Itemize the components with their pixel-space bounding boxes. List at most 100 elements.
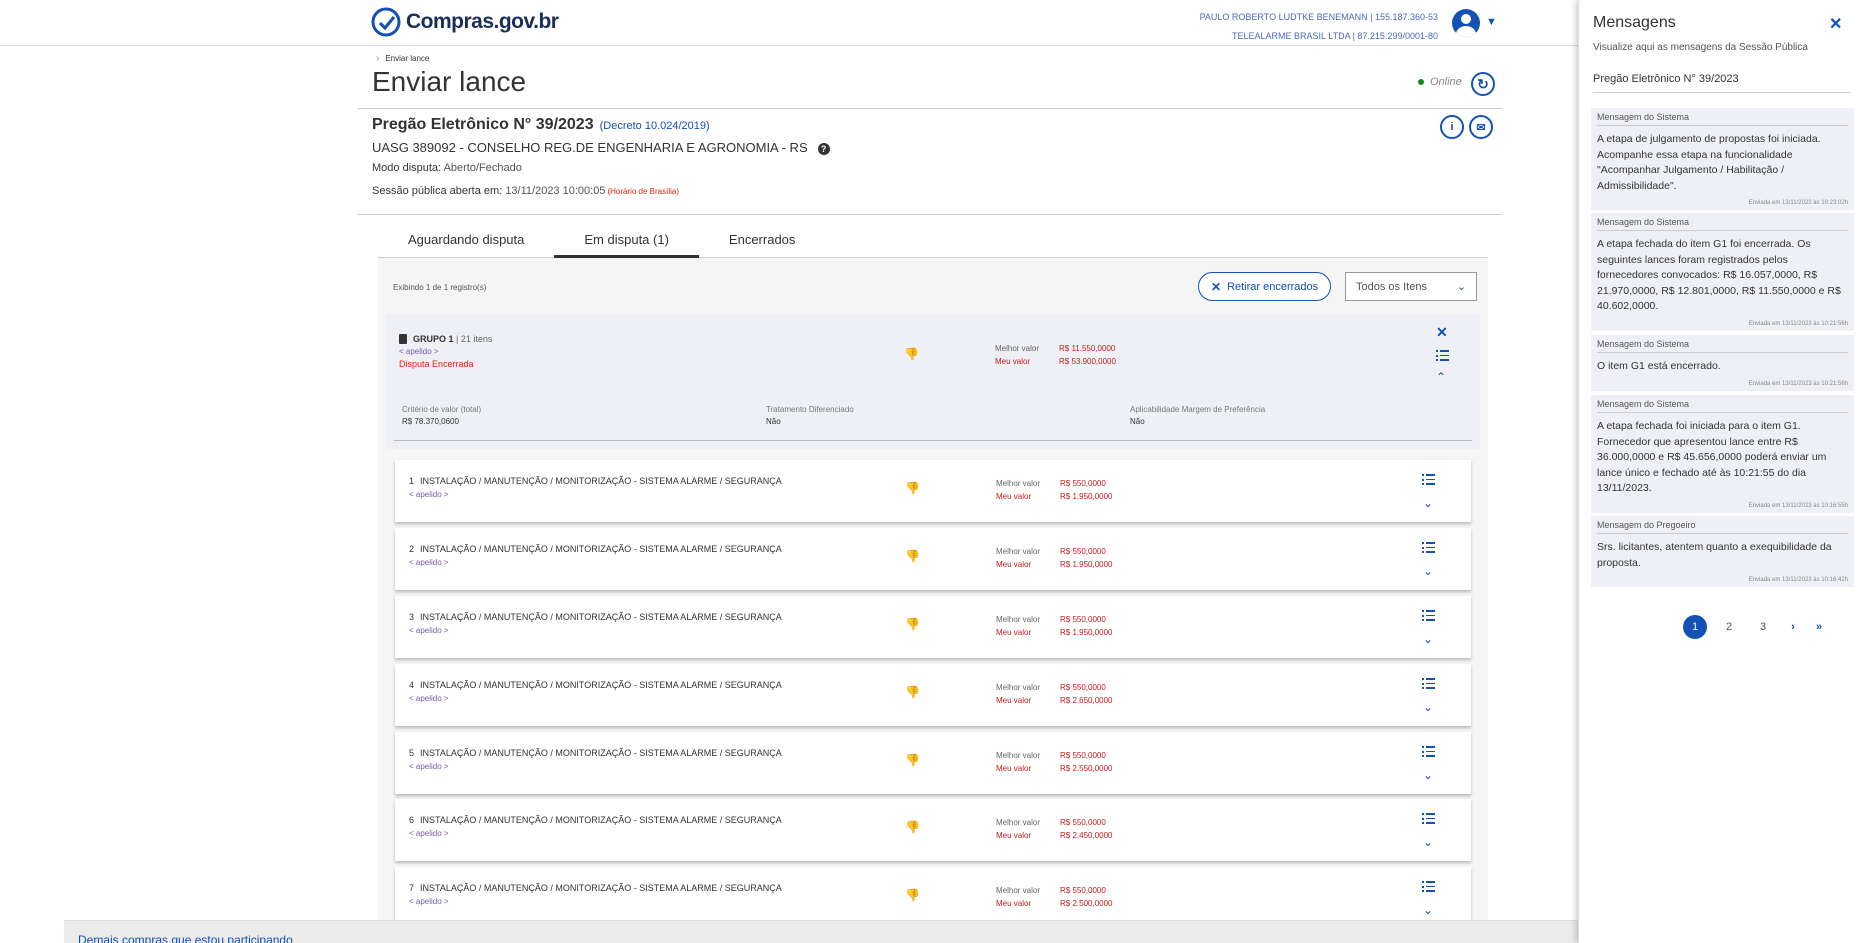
- chevron-down-icon[interactable]: ⌄: [1423, 632, 1433, 646]
- sessao-publica: Sessão pública aberta em: 13/11/2023 10:…: [372, 185, 679, 197]
- messages-button[interactable]: ✉: [1469, 115, 1493, 139]
- item-description: INSTALAÇÃO / MANUTENÇÃO / MONITORIZAÇÃO …: [420, 476, 782, 486]
- item-apelido[interactable]: < apelido >: [409, 558, 449, 567]
- item-description: INSTALAÇÃO / MANUTENÇÃO / MONITORIZAÇÃO …: [420, 612, 782, 622]
- item-card: 4 INSTALAÇÃO / MANUTENÇÃO / MONITORIZAÇÃO…: [395, 664, 1471, 726]
- best-value-label: Melhor valor: [995, 344, 1040, 353]
- filter-value: Todos os Itens: [1356, 280, 1427, 293]
- close-icon[interactable]: ✕: [1436, 324, 1448, 341]
- item-apelido[interactable]: < apelido >: [409, 626, 449, 635]
- tratamento-value: Não: [766, 417, 781, 426]
- my-value: R$ 2.500,0000: [1060, 899, 1113, 908]
- my-value: R$ 1.950,0000: [1060, 560, 1113, 569]
- list-icon[interactable]: [1436, 350, 1449, 361]
- thumbs-down-icon: 👎: [905, 888, 920, 902]
- item-description: INSTALAÇÃO / MANUTENÇÃO / MONITORIZAÇÃO …: [420, 680, 782, 690]
- best-value: R$ 11.550,0000: [1059, 344, 1116, 353]
- last-page-icon[interactable]: »: [1811, 615, 1827, 639]
- message-sender: Mensagem do Sistema: [1597, 399, 1848, 413]
- info-button[interactable]: i: [1440, 115, 1464, 139]
- item-apelido[interactable]: < apelido >: [409, 490, 449, 499]
- page-button[interactable]: 3: [1751, 615, 1775, 639]
- items-filter-select[interactable]: Todos os Itens ⌄: [1345, 272, 1477, 301]
- logo-mark-icon: [371, 7, 401, 37]
- sessao-value: 13/11/2023 10:00:05: [505, 185, 606, 197]
- chevron-right-icon: ›: [376, 53, 380, 64]
- item-card: 5 INSTALAÇÃO / MANUTENÇÃO / MONITORIZAÇÃO…: [395, 732, 1471, 794]
- message-card: Mensagem do Sistema A etapa fechada foi …: [1591, 395, 1854, 513]
- item-number: 1: [409, 476, 415, 486]
- message-card: Mensagem do Sistema O item G1 está encer…: [1591, 335, 1854, 391]
- item-title: 4 INSTALAÇÃO / MANUTENÇÃO / MONITORIZAÇÃO…: [409, 680, 782, 690]
- item-title: 1 INSTALAÇÃO / MANUTENÇÃO / MONITORIZAÇÃO…: [409, 476, 782, 486]
- help-icon[interactable]: ?: [817, 143, 830, 155]
- message-card: Mensagem do Pregoeiro Srs. licitantes, a…: [1591, 516, 1854, 587]
- retirar-encerrados-button[interactable]: ✕ Retirar encerrados: [1198, 272, 1332, 301]
- messages-panel: Mensagens ✕ Visualize aqui as mensagens …: [1578, 0, 1864, 943]
- list-icon[interactable]: [1422, 610, 1435, 621]
- item-apelido[interactable]: < apelido >: [409, 762, 449, 771]
- item-title: 3 INSTALAÇÃO / MANUTENÇÃO / MONITORIZAÇÃO…: [409, 612, 782, 622]
- item-description: INSTALAÇÃO / MANUTENÇÃO / MONITORIZAÇÃO …: [420, 815, 782, 825]
- compras-gov-logo[interactable]: Compras.gov.br: [370, 6, 559, 38]
- list-icon[interactable]: [1422, 474, 1435, 485]
- item-apelido[interactable]: < apelido >: [409, 897, 449, 906]
- modo-disputa: Modo disputa: Aberto/Fechado: [372, 162, 522, 174]
- item-card: 7 INSTALAÇÃO / MANUTENÇÃO / MONITORIZAÇÃO…: [395, 867, 1471, 921]
- chevron-up-icon[interactable]: ⌃: [1436, 370, 1446, 384]
- thumbs-down-icon: 👎: [905, 481, 920, 495]
- item-title: 5 INSTALAÇÃO / MANUTENÇÃO / MONITORIZAÇÃO…: [409, 748, 782, 758]
- user-avatar-icon[interactable]: [1452, 9, 1480, 37]
- tab-em-disputa[interactable]: Em disputa (1): [554, 223, 699, 258]
- group-name: GRUPO 1: [413, 334, 454, 344]
- my-value-label: Meu valor: [996, 628, 1032, 637]
- item-apelido[interactable]: < apelido >: [409, 694, 449, 703]
- tab-encerrados[interactable]: Encerrados: [699, 223, 825, 258]
- message-card: Mensagem do Sistema A etapa fechada do i…: [1591, 213, 1854, 331]
- item-values: Melhor valor R$ 550,0000 Meu valor R$ 1.95…: [996, 545, 1113, 571]
- list-icon[interactable]: [1422, 881, 1435, 892]
- decreto-link[interactable]: (Decreto 10.024/2019): [600, 120, 710, 132]
- tab-aguardando[interactable]: Aguardando disputa: [378, 223, 554, 258]
- item-values: Melhor valor R$ 550,0000 Meu valor R$ 2.50…: [996, 884, 1113, 910]
- page-button[interactable]: 2: [1717, 615, 1741, 639]
- list-icon[interactable]: [1422, 813, 1435, 824]
- chevron-down-icon[interactable]: ⌄: [1423, 700, 1433, 714]
- best-value: R$ 550,0000: [1060, 615, 1106, 624]
- group-apelido[interactable]: < apelido >: [399, 347, 439, 356]
- best-value-label: Melhor valor: [996, 751, 1041, 760]
- other-purchases-link[interactable]: Demais compras que estou participando: [78, 933, 293, 943]
- message-text: Srs. licitantes, atentem quanto a exequi…: [1597, 541, 1832, 569]
- tratamento-label: Tratamento Diferenciado: [766, 405, 854, 414]
- my-value: R$ 53.900,0000: [1059, 357, 1116, 366]
- breadcrumb: › Enviar lance: [376, 53, 429, 64]
- breadcrumb-item[interactable]: Enviar lance: [385, 54, 429, 63]
- chevron-down-icon[interactable]: ⌄: [1423, 496, 1433, 510]
- item-number: 2: [409, 544, 415, 554]
- item-apelido[interactable]: < apelido >: [409, 829, 449, 838]
- page-button[interactable]: 1: [1683, 615, 1707, 639]
- criterio-field: Critério de valor (total) R$ 78.370,0600: [402, 404, 481, 428]
- item-values: Melhor valor R$ 550,0000 Meu valor R$ 2.45…: [996, 816, 1113, 842]
- list-icon[interactable]: [1422, 542, 1435, 553]
- chevron-down-icon[interactable]: ⌄: [1423, 903, 1433, 917]
- item-values: Melhor valor R$ 550,0000 Meu valor R$ 2.65…: [996, 681, 1113, 707]
- best-value-label: Melhor valor: [996, 547, 1041, 556]
- list-icon[interactable]: [1422, 678, 1435, 689]
- chevron-down-icon[interactable]: ⌄: [1423, 768, 1433, 782]
- list-icon[interactable]: [1422, 746, 1435, 757]
- next-page-icon[interactable]: ›: [1785, 615, 1801, 639]
- close-icon[interactable]: ✕: [1829, 14, 1842, 34]
- user-info: PAULO ROBERTO LUDTKE BENEMANN | 155.187.…: [1200, 8, 1438, 46]
- refresh-icon: ↻: [1477, 75, 1489, 92]
- group-status: Disputa Encerrada: [399, 359, 474, 369]
- group-values: Melhor valor R$ 11.550,0000 Meu valor R$ 5…: [995, 342, 1116, 368]
- group-card: GRUPO 1 | 21 itens < apelido > Disputa E…: [386, 314, 1480, 449]
- connection-status: Online: [1418, 76, 1462, 88]
- refresh-button[interactable]: ↻: [1471, 72, 1495, 96]
- criterio-label: Critério de valor (total): [402, 405, 482, 414]
- chevron-down-icon[interactable]: ▼: [1486, 16, 1497, 28]
- chevron-down-icon[interactable]: ⌄: [1423, 835, 1433, 849]
- item-title: 7 INSTALAÇÃO / MANUTENÇÃO / MONITORIZAÇÃO…: [409, 883, 782, 893]
- chevron-down-icon[interactable]: ⌄: [1423, 564, 1433, 578]
